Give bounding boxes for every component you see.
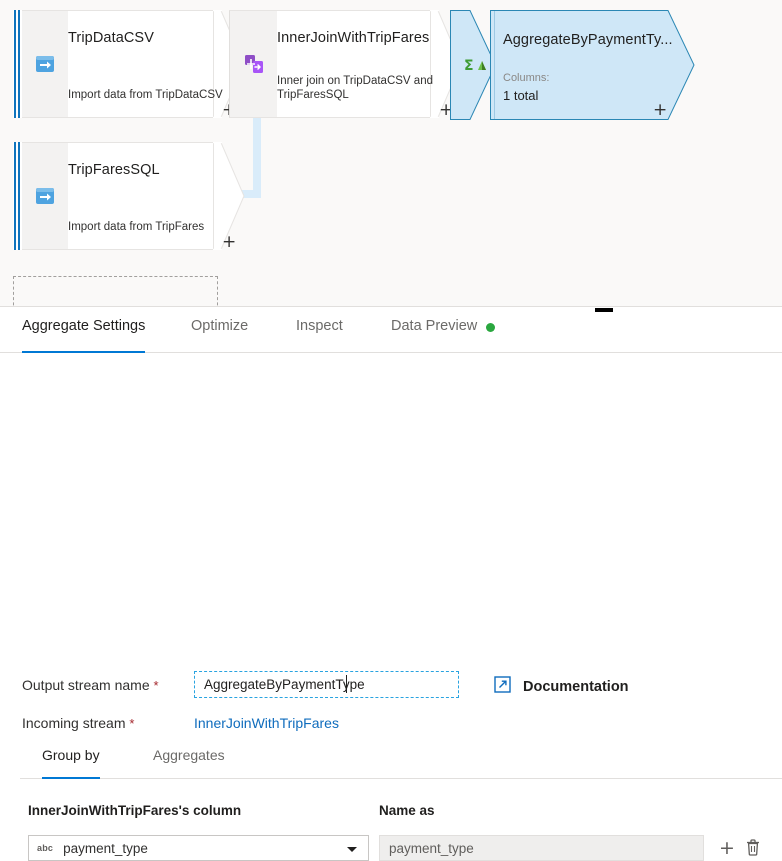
subtab-label: Group by (42, 747, 100, 763)
subtab-aggregates[interactable]: Aggregates (153, 747, 225, 778)
aggregate-subtabstrip: Group by Aggregates (20, 747, 782, 779)
node-subtitle: Inner join on TripDataCSV and TripFaresS… (277, 75, 433, 101)
canvas-drop-placeholder[interactable] (13, 276, 218, 307)
tab-inspect[interactable]: Inspect (296, 318, 343, 352)
connector-tripfaressql-to-join-vertical (253, 118, 261, 196)
node-add-button[interactable]: + (222, 234, 236, 251)
svg-text:Σ: Σ (464, 58, 474, 74)
node-subtitle: Import data from TripDataCSV (68, 89, 223, 101)
data-flow-canvas[interactable]: TripDataCSV Import data from TripDataCSV… (0, 0, 782, 307)
node-columns-label: Columns: (503, 72, 550, 84)
settings-panel: Aggregate Settings Optimize Inspect Data… (0, 307, 782, 861)
import-source-icon (22, 10, 68, 118)
tab-aggregate-settings[interactable]: Aggregate Settings (22, 318, 146, 353)
incoming-stream-label-text: Incoming stream (22, 715, 126, 731)
data-preview-status-dot (486, 323, 496, 332)
subtab-label: Aggregates (153, 747, 225, 763)
node-subtitle: Import data from TripFares (68, 221, 205, 233)
panel-tabstrip: Aggregate Settings Optimize Inspect Data… (0, 318, 782, 353)
string-type-icon: abc (37, 843, 54, 853)
aggregate-sigma-icon: Σ (450, 10, 494, 120)
subtab-active-underline (42, 777, 100, 779)
node-columns-value: 1 total (503, 88, 539, 103)
name-as-input[interactable] (379, 835, 704, 861)
node-title: TripDataCSV (68, 30, 154, 46)
node-tripdatacsv[interactable]: TripDataCSV Import data from TripDataCSV… (13, 10, 245, 119)
column-header-name-as: Name as (379, 803, 435, 818)
join-icon (229, 10, 277, 118)
documentation-link[interactable]: Documentation (494, 676, 629, 698)
tab-label: Aggregate Settings (22, 318, 146, 334)
source-stripe-accent (13, 142, 22, 250)
panel-collapse-handle[interactable] (595, 308, 613, 312)
node-add-button[interactable]: + (653, 102, 667, 119)
add-row-button[interactable]: + (719, 839, 735, 858)
node-tripfaressql[interactable]: TripFaresSQL Import data from TripFares … (13, 142, 245, 251)
tab-data-preview[interactable]: Data Preview (391, 318, 496, 352)
output-stream-name-label-text: Output stream name (22, 677, 150, 693)
external-link-icon (494, 676, 511, 698)
node-title: InnerJoinWithTripFares (277, 30, 430, 46)
import-source-icon (22, 142, 68, 250)
tab-optimize[interactable]: Optimize (191, 318, 248, 352)
output-stream-name-label: Output stream name * (22, 677, 159, 693)
documentation-label: Documentation (523, 679, 629, 695)
required-asterisk: * (153, 678, 159, 693)
tab-label: Data Preview (391, 318, 478, 334)
node-title: TripFaresSQL (68, 162, 160, 178)
column-header-source-column: InnerJoinWithTripFares's column (28, 803, 242, 818)
node-innerjoinwithtripfares[interactable]: InnerJoinWithTripFares Inner join on Tri… (229, 10, 462, 119)
trash-icon[interactable] (745, 838, 761, 861)
subtab-group-by[interactable]: Group by (42, 747, 100, 779)
node-title: AggregateByPaymentTy... (503, 32, 673, 48)
tab-active-underline (22, 351, 146, 353)
group-by-column-value: payment_type (63, 840, 148, 856)
group-by-column-select[interactable]: abc payment_type (28, 835, 369, 861)
tab-label: Optimize (191, 318, 249, 334)
text-cursor (346, 675, 347, 693)
incoming-stream-label: Incoming stream * (22, 715, 134, 731)
tab-label: Inspect (296, 318, 343, 334)
chevron-down-icon (347, 847, 357, 852)
node-aggregatebypaymenttype[interactable]: Σ AggregateByPaymentTy... Columns: 1 tot… (450, 10, 695, 120)
incoming-stream-link[interactable]: InnerJoinWithTripFares (194, 715, 339, 731)
output-stream-name-input[interactable] (194, 671, 459, 698)
required-asterisk: * (129, 716, 135, 731)
source-stripe-accent (13, 10, 22, 118)
